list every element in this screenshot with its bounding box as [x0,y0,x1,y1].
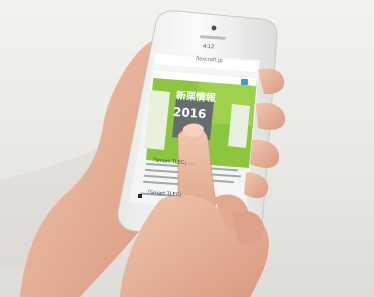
headline-jp: 新栗情報 [175,90,217,105]
body-text-1: 「Smart TLEC」... [149,157,195,167]
wrap-finger-2 [256,102,286,130]
curled-finger-2 [232,210,264,245]
earpiece [199,35,226,40]
front-camera [211,25,217,31]
body-text-2: 「Smart TLEC」 [144,189,185,199]
headline-year: 2016 [172,104,207,122]
photo-illustration [0,10,286,297]
wrap-finger-3 [250,139,280,168]
url-text[interactable]: flexcraft.jp [196,56,223,64]
photo-scene: 4:12 flexcraft.jp 新栗情報 2016 「Smart TLEC」… [0,0,374,297]
phone-screen [129,52,260,212]
status-time: 4:12 [202,43,215,51]
fingernail [182,123,204,137]
wrap-finger-1 [258,68,285,95]
front-hand [120,194,269,297]
curled-finger [214,194,249,230]
phone-body [117,10,278,242]
wrap-finger-4 [244,172,269,199]
pointing-finger [177,126,216,230]
holding-hand [20,39,167,297]
background-shadow [0,150,120,270]
